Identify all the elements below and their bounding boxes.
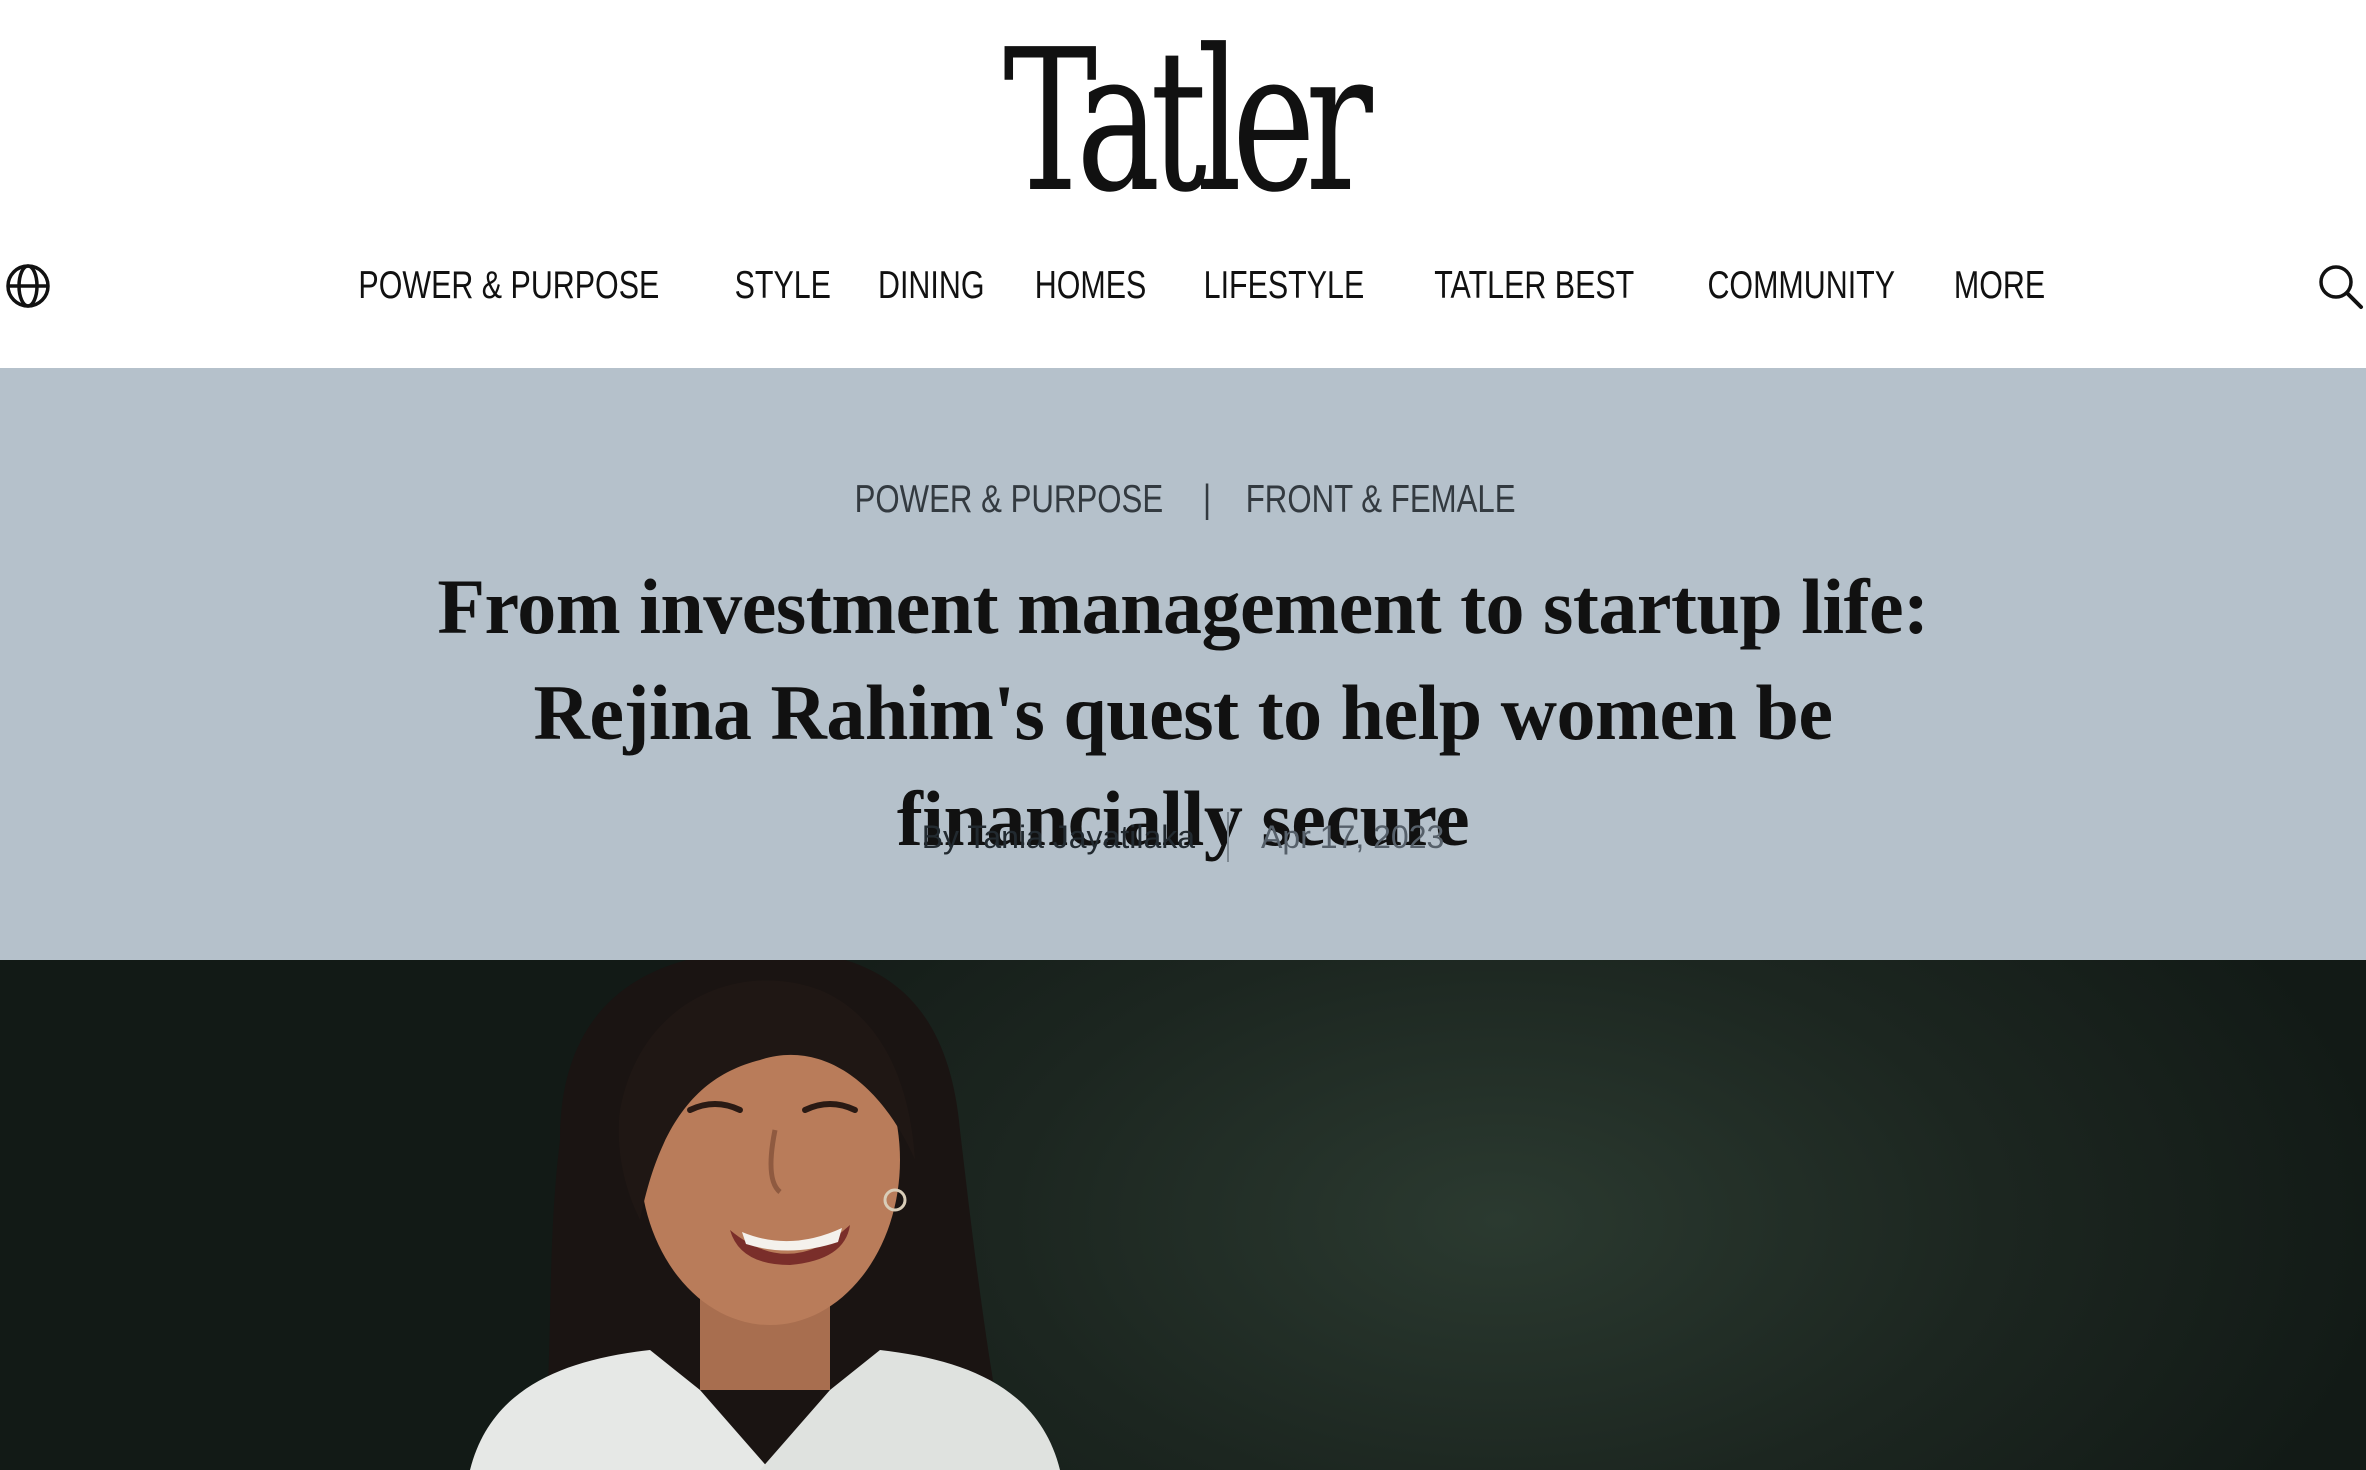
nav-item-power-purpose[interactable]: POWER & PURPOSE — [359, 264, 660, 308]
nav-item-lifestyle[interactable]: LIFESTYLE — [1204, 264, 1365, 308]
main-nav: POWER & PURPOSE STYLE DINING HOMES LIFES… — [0, 258, 2366, 314]
subcategory-link[interactable]: FRONT & FEMALE — [1246, 478, 1516, 522]
nav-item-more[interactable]: MORE — [1954, 264, 2045, 308]
nav-item-community[interactable]: COMMUNITY — [1708, 264, 1896, 308]
search-icon[interactable] — [2316, 262, 2364, 310]
kicker-separator: | — [1203, 478, 1212, 521]
category-link[interactable]: POWER & PURPOSE — [855, 478, 1164, 522]
article-header: POWER & PURPOSE | FRONT & FEMALE From in… — [0, 368, 2366, 960]
hero-photo — [0, 960, 2366, 1470]
nav-item-style[interactable]: STYLE — [734, 264, 830, 308]
nav-item-tatler-best[interactable]: TATLER BEST — [1434, 264, 1634, 308]
meta-divider — [1227, 812, 1230, 862]
site-logo[interactable]: Tatler — [331, 22, 2035, 222]
nav-item-dining[interactable]: DINING — [878, 264, 984, 308]
author-byline[interactable]: By Tania Jayatilaka — [922, 819, 1195, 856]
article-kicker: POWER & PURPOSE | FRONT & FEMALE — [0, 478, 2366, 522]
portrait-illustration — [470, 960, 1060, 1470]
article-meta: By Tania Jayatilaka Apr 17, 2023 — [0, 812, 2366, 862]
nav-item-homes[interactable]: HOMES — [1035, 264, 1147, 308]
site-header: Tatler POWER & PURPOSE STYLE DINING HOME… — [0, 0, 2366, 368]
publish-date: Apr 17, 2023 — [1261, 818, 1445, 855]
